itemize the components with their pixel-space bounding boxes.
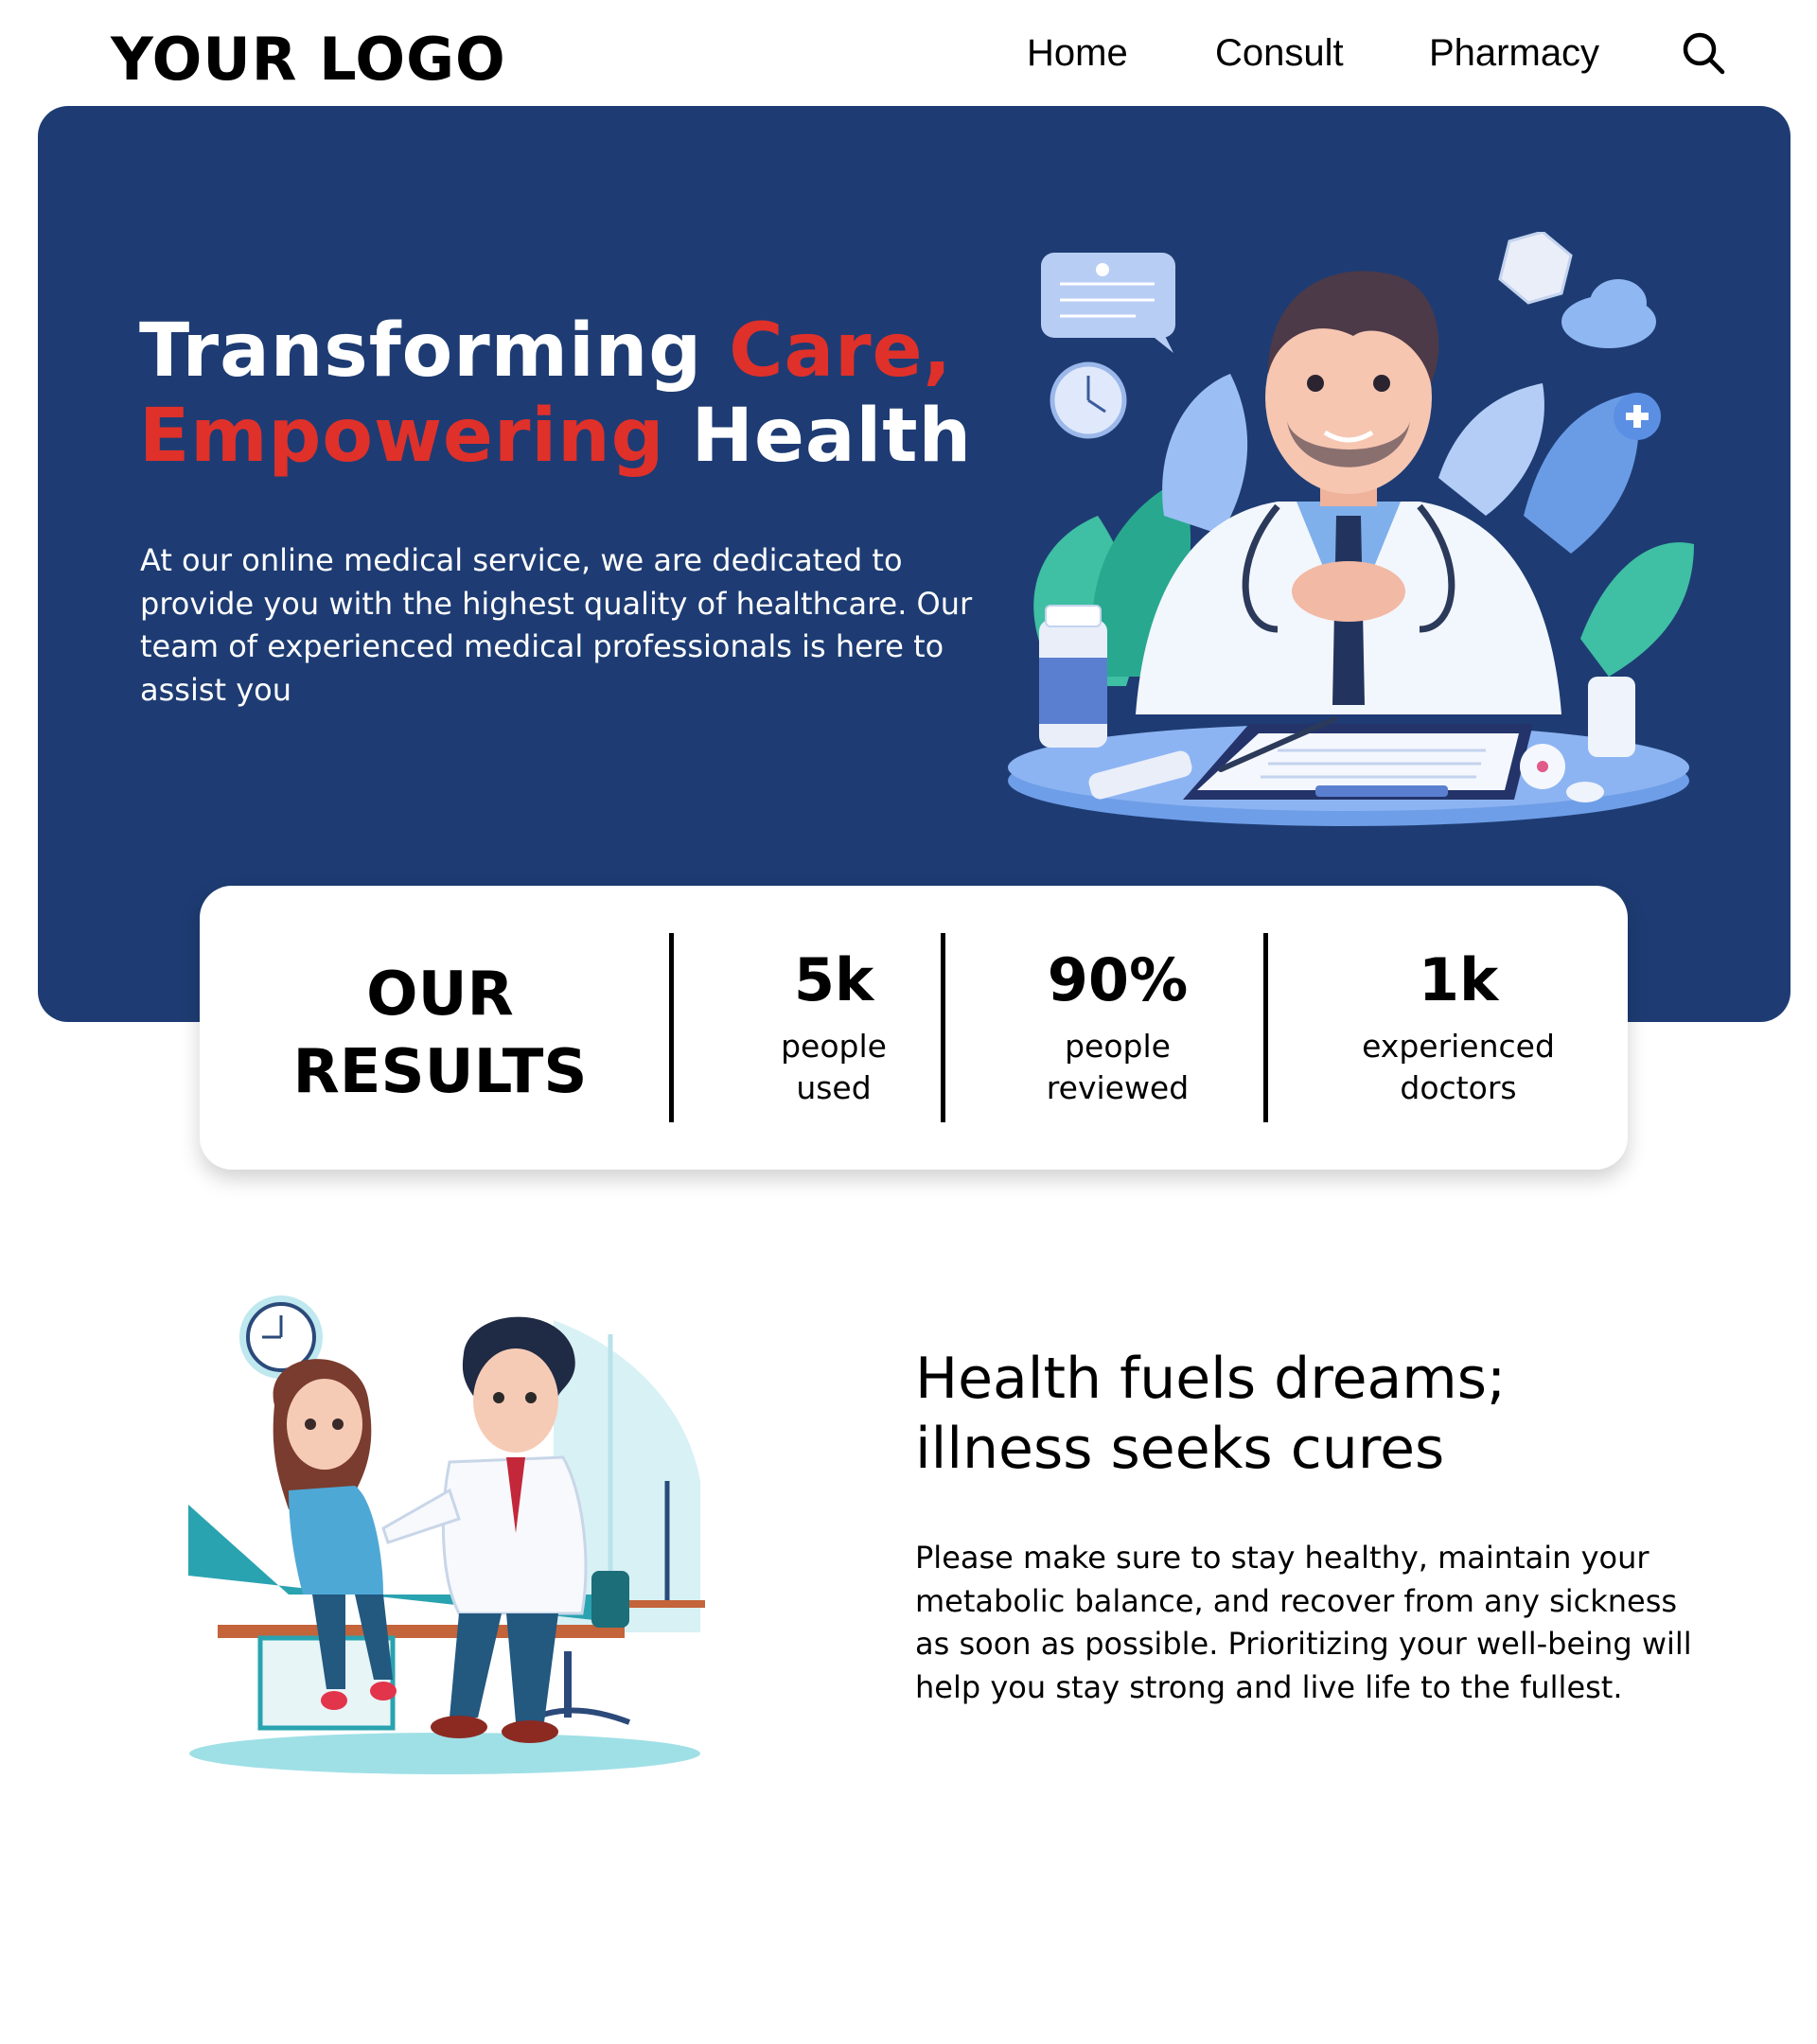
stat-label: people used bbox=[711, 1026, 957, 1109]
site-header: YOUR LOGO Home Consult Pharmacy bbox=[0, 0, 1817, 106]
search-button[interactable] bbox=[1681, 30, 1726, 76]
nav-pharmacy[interactable]: Pharmacy bbox=[1429, 32, 1599, 75]
section-description: Please make sure to stay healthy, mainta… bbox=[915, 1540, 1692, 1705]
hero-description: At our online medical service, we are de… bbox=[140, 542, 973, 708]
results-title-line-1: OUR bbox=[366, 960, 514, 1030]
nav-home[interactable]: Home bbox=[1027, 32, 1128, 75]
hero-title-word-2: Health bbox=[664, 394, 973, 479]
stat-label-line-1: experienced bbox=[1362, 1028, 1555, 1065]
section-title: Health fuels dreams; illness seeks cures bbox=[915, 1344, 1506, 1484]
doctor-at-desk-illustration bbox=[994, 230, 1694, 837]
search-icon bbox=[1683, 32, 1725, 75]
hero-title-accent-2: Empowering bbox=[139, 394, 665, 479]
stat-value: 1k bbox=[1418, 945, 1499, 1014]
logo[interactable]: YOUR LOGO bbox=[111, 25, 506, 94]
stat-value: 5k bbox=[793, 945, 874, 1014]
hero-title: Transforming Care, Empowering Health bbox=[139, 308, 972, 479]
stat-value: 90% bbox=[1047, 945, 1189, 1014]
stat-label-line-1: people bbox=[1065, 1028, 1171, 1065]
stat-people-reviewed: 90% people reviewed bbox=[985, 944, 1250, 1109]
section-title-line-2: illness seeks cures bbox=[915, 1416, 1445, 1482]
stat-label-line-1: people bbox=[781, 1028, 887, 1065]
divider bbox=[1263, 933, 1268, 1122]
stat-label: experienced doctors bbox=[1316, 1026, 1600, 1109]
nav-consult[interactable]: Consult bbox=[1215, 32, 1344, 75]
divider bbox=[669, 933, 674, 1122]
results-title: OUR RESULTS bbox=[200, 956, 680, 1111]
stat-people-used: 5k people used bbox=[711, 944, 957, 1109]
hero-title-word-1: Transforming bbox=[139, 308, 730, 394]
results-card: OUR RESULTS 5k people used 90% people re… bbox=[200, 886, 1628, 1170]
divider bbox=[941, 933, 945, 1122]
doctor-with-patient-illustration bbox=[185, 1292, 714, 1779]
stat-label: people reviewed bbox=[985, 1026, 1250, 1109]
stat-experienced-doctors: 1k experienced doctors bbox=[1316, 944, 1600, 1109]
stat-label-line-2: reviewed bbox=[1046, 1069, 1190, 1106]
stat-label-line-2: doctors bbox=[1400, 1069, 1517, 1106]
hero-title-accent-1: Care, bbox=[729, 308, 953, 394]
section-title-line-1: Health fuels dreams; bbox=[915, 1346, 1507, 1412]
stat-label-line-2: used bbox=[796, 1069, 872, 1106]
results-title-line-2: RESULTS bbox=[292, 1037, 588, 1107]
